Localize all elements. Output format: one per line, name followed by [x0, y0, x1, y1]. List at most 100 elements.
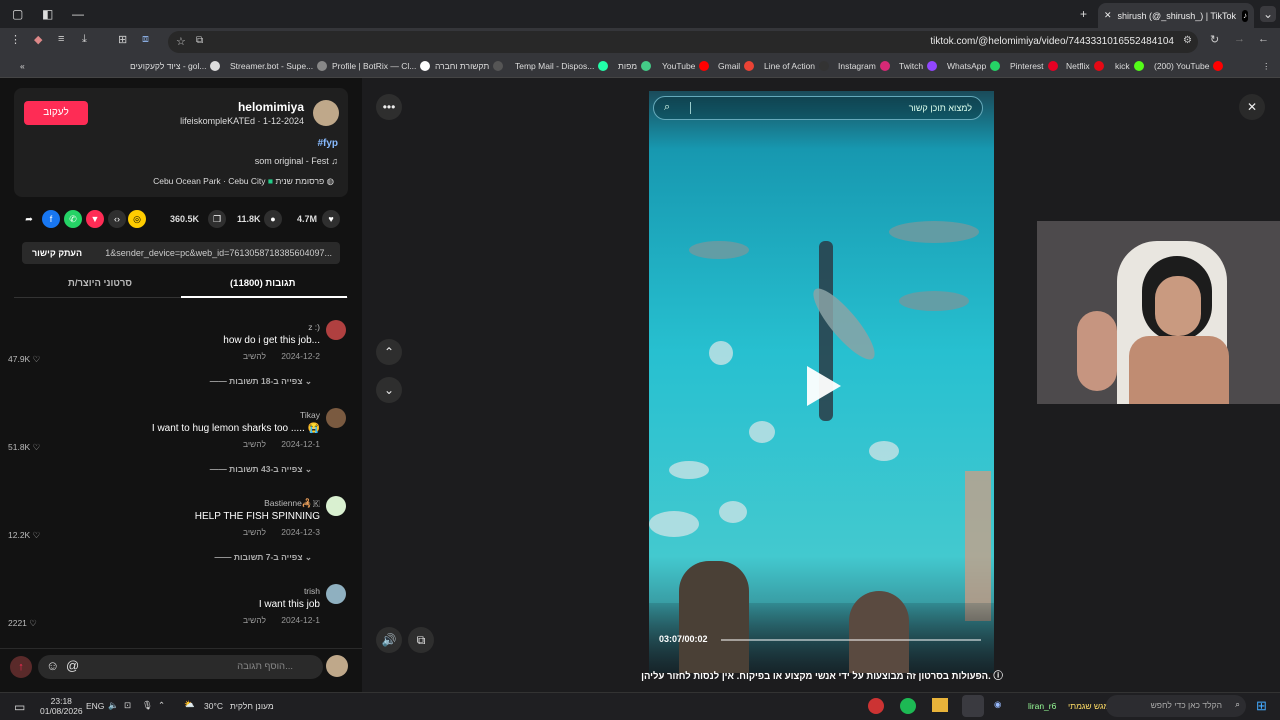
chrome-icon[interactable]	[962, 695, 984, 717]
bookmark-item[interactable]: Gmail	[718, 61, 755, 71]
sound-link[interactable]: som original - Fest ♫	[255, 156, 338, 166]
reply-button[interactable]: להשיב	[243, 439, 266, 449]
minimize-icon[interactable]: —	[72, 6, 84, 22]
tab-creator-videos[interactable]: סרטוני היוצר/ת	[68, 278, 132, 289]
mention-icon[interactable]: @	[66, 658, 79, 673]
send-share-icon[interactable]: ▼	[86, 210, 104, 228]
comment-username[interactable]: z :)	[308, 322, 320, 332]
bookmark-item[interactable]: Pinterest	[1010, 61, 1058, 71]
heart-icon[interactable]: ♥	[322, 210, 340, 228]
translate-icon[interactable]: ⧈	[142, 33, 149, 46]
new-tab-button[interactable]: +	[1080, 6, 1087, 22]
related-search-bar[interactable]: ⌕ למצוא תוכן קשור	[653, 96, 983, 120]
bookmark-item[interactable]: kick	[1115, 61, 1144, 71]
emoji-icon[interactable]: ☺	[46, 658, 59, 673]
bookmark-icon[interactable]: ❐	[208, 210, 226, 228]
comment-username[interactable]: Bastienne🦂🇰	[264, 498, 320, 509]
spotify-icon[interactable]	[900, 698, 916, 714]
comment-username[interactable]: Tikay	[300, 410, 320, 420]
tasks-icon[interactable]: ≡	[58, 33, 64, 45]
view-replies-button[interactable]: —— צפייה ב-7 תשובות ⌄	[215, 552, 312, 563]
close-icon[interactable]: ✕	[1239, 94, 1265, 120]
comment-input[interactable]: ☺ @ הוסף תגובה...	[38, 655, 323, 679]
creator-username[interactable]: helomimiya	[238, 100, 304, 114]
extensions-puzzle-icon[interactable]: ⊞	[118, 33, 127, 46]
picture-in-picture-icon[interactable]: ⧉	[408, 627, 434, 653]
reload-icon[interactable]: ↻	[1210, 33, 1219, 46]
bookmark-item[interactable]: Twitch	[899, 61, 938, 71]
bookmark-item[interactable]: (200) YouTube	[1154, 61, 1224, 71]
video-player[interactable]: ⌕ למצוא תוכן קשור 03:07/00:02	[649, 91, 994, 673]
comment-avatar[interactable]	[326, 408, 346, 428]
comment-likes[interactable]: 2221 ♡	[8, 618, 37, 629]
language-indicator[interactable]: ENG	[86, 701, 104, 711]
bookmark-item[interactable]: Profile | BotRix — Cl...	[332, 61, 431, 71]
comment-likes[interactable]: 51.8K ♡	[8, 442, 40, 453]
facebook-share-icon[interactable]: f	[42, 210, 60, 228]
creator-avatar[interactable]	[313, 100, 339, 126]
bookmark-item[interactable]: Netflix	[1066, 61, 1104, 71]
bookmark-item[interactable]: Streamer.bot - Supe...	[230, 61, 328, 71]
reply-button[interactable]: להשיב	[243, 615, 266, 625]
whatsapp-share-icon[interactable]: ✆	[64, 210, 82, 228]
location-row[interactable]: Cebu Ocean Park · Cebu City ■ פרסומת שני…	[153, 176, 334, 187]
post-comment-button[interactable]: ↑	[10, 656, 32, 678]
more-icon[interactable]: •••	[376, 94, 402, 120]
coin-share-icon[interactable]: ◎	[128, 210, 146, 228]
bookmarks-overflow-icon[interactable]: ⋮	[1262, 61, 1271, 72]
active-tab[interactable]: ✕ shirush (@_shirush_) | TikTok ♪	[1098, 3, 1254, 28]
notifications-icon[interactable]: ▭	[14, 700, 25, 714]
menu-dots-icon[interactable]: ⋮	[10, 33, 21, 46]
share-arrow-icon[interactable]: ➦	[20, 210, 38, 228]
site-info-icon[interactable]: ⧉	[196, 35, 203, 46]
view-replies-button[interactable]: —— צפייה ב-18 תשובות ⌄	[210, 376, 312, 387]
speaker-icon[interactable]: 🔈	[108, 700, 119, 711]
reply-button[interactable]: להשיב	[243, 527, 266, 537]
bookmark-item[interactable]: Instagram	[838, 61, 890, 71]
download-icon[interactable]: ⤓	[82, 33, 87, 46]
tab-comments[interactable]: תגובות (11800)	[230, 278, 295, 289]
bookmark-item[interactable]: YouTube	[662, 61, 710, 71]
volume-icon[interactable]: 🔊	[376, 627, 402, 653]
copy-link-button[interactable]: העתק קישור	[32, 248, 82, 258]
star-icon[interactable]: ☆	[176, 35, 186, 48]
reply-button[interactable]: להשיב	[243, 351, 266, 361]
hashtag-link[interactable]: #fyp	[317, 138, 338, 149]
app-icon[interactable]	[868, 698, 884, 714]
forward-icon[interactable]: →	[1234, 33, 1245, 45]
bookmark-item[interactable]: תקשורת וחברה	[435, 61, 504, 71]
comment-avatar[interactable]	[326, 320, 346, 340]
tune-icon[interactable]: ⚙	[1183, 35, 1192, 46]
comment-avatar[interactable]	[326, 584, 346, 604]
view-replies-button[interactable]: —— צפייה ב-43 תשובות ⌄	[210, 464, 312, 475]
comment-username[interactable]: trish	[304, 586, 320, 596]
mic-icon[interactable]: 🎙	[142, 700, 153, 711]
progress-bar[interactable]	[721, 639, 981, 641]
tray-chevron-up-icon[interactable]: ⌃	[158, 700, 165, 711]
file-explorer-icon[interactable]	[932, 698, 948, 712]
comment-likes[interactable]: 47.9K ♡	[8, 354, 40, 365]
tab-search-icon[interactable]: ◧	[42, 6, 53, 22]
comment-icon[interactable]: ●	[264, 210, 282, 228]
extension-icon[interactable]: ◆	[34, 33, 42, 46]
discord-icon[interactable]: ◉	[994, 699, 1001, 710]
window-icon[interactable]: ▢	[12, 6, 23, 22]
comment-avatar[interactable]	[326, 496, 346, 516]
bookmark-item[interactable]: ציוד לקעקועים - gol...	[130, 61, 221, 71]
play-icon[interactable]	[807, 366, 841, 406]
close-tab-icon[interactable]: ✕	[1104, 10, 1112, 21]
comment-likes[interactable]: 12.2K ♡	[8, 530, 40, 541]
clock[interactable]: 23:18 01/08/2026	[40, 696, 83, 716]
bookmark-item[interactable]: WhatsApp	[947, 61, 1001, 71]
follow-button[interactable]: לעקוב	[24, 101, 88, 125]
bookmark-item[interactable]: Line of Action	[764, 61, 830, 71]
windows-icon[interactable]: ⊞	[1256, 698, 1267, 714]
taskbar-search[interactable]: הקלד כאן כדי לחפש ⌕	[1106, 695, 1246, 717]
network-icon[interactable]: ⊡	[124, 700, 131, 711]
address-bar[interactable]: ☆ ⧉ tiktok.com/@helomimiya/video/7443331…	[168, 31, 1198, 53]
back-icon[interactable]: ←	[1258, 33, 1269, 45]
chevron-down-icon[interactable]: ⌄	[1260, 6, 1277, 22]
up-icon[interactable]: ⌃	[376, 339, 402, 365]
embed-share-icon[interactable]: ‹›	[108, 210, 126, 228]
bookmarks-collapse-icon[interactable]: «	[20, 61, 25, 71]
